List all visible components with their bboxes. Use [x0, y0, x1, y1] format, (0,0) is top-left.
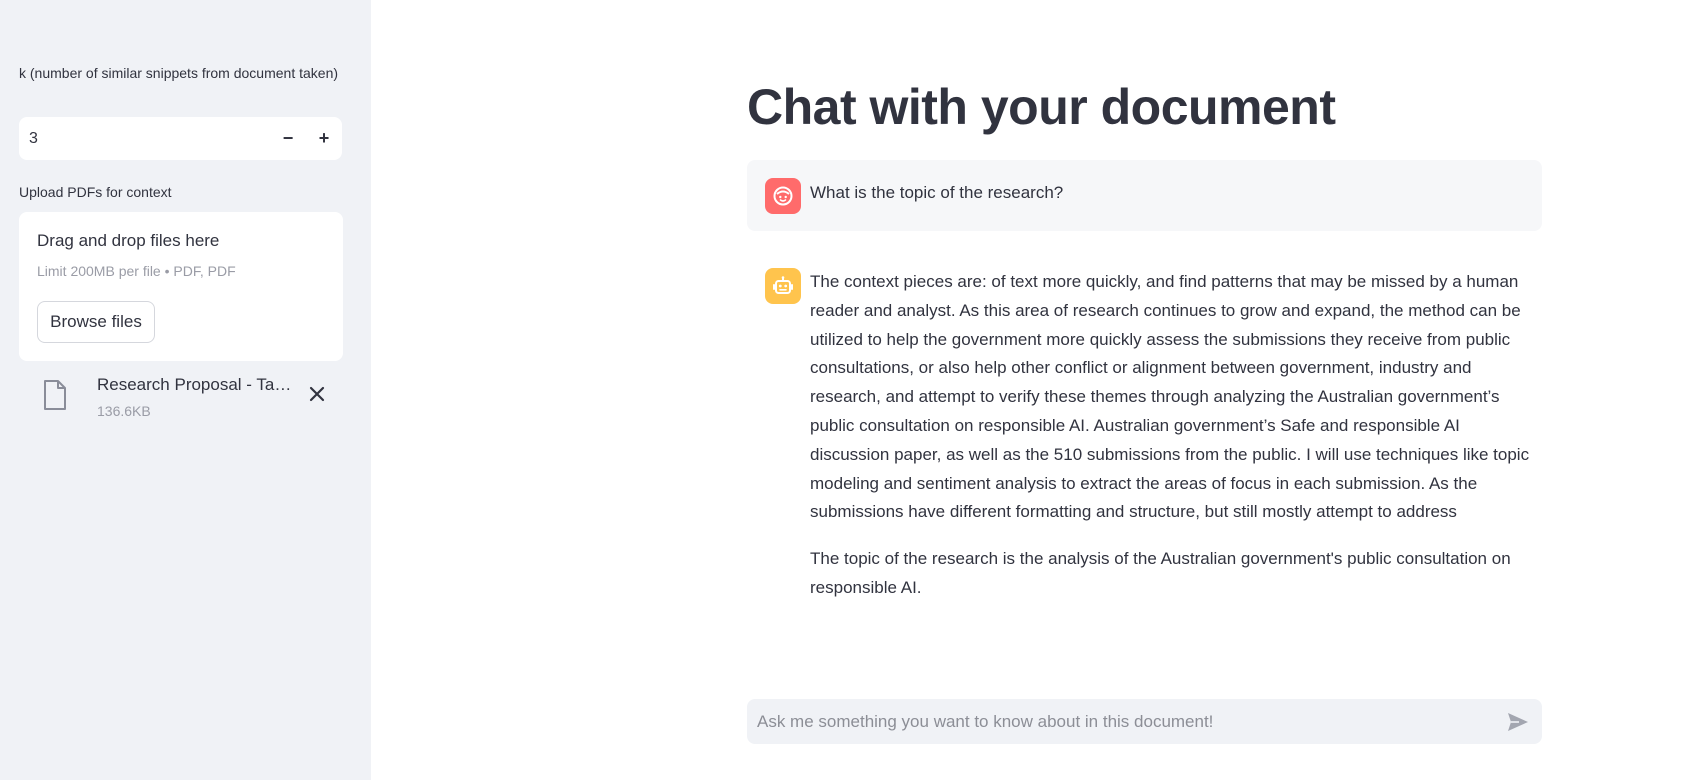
send-icon — [1508, 713, 1528, 731]
k-number-input: 3 − + — [19, 117, 342, 160]
file-icon — [44, 380, 66, 410]
k-input-label: k (number of similar snippets from docum… — [19, 65, 339, 81]
app-root: k (number of similar snippets from docum… — [0, 0, 1688, 780]
file-name: Research Proposal - Taylor — [97, 375, 299, 394]
file-size: 136.6KB — [97, 403, 151, 419]
user-message-text: What is the topic of the research? — [810, 183, 1064, 202]
assistant-message: The context pieces are: of text more qui… — [810, 268, 1542, 621]
user-message: What is the topic of the research? — [747, 160, 1542, 231]
dropzone-title: Drag and drop files here — [37, 231, 220, 250]
browse-files-button[interactable]: Browse files — [37, 301, 155, 343]
assistant-message-paragraph: The topic of the research is the analysi… — [810, 549, 1511, 597]
assistant-avatar — [765, 268, 801, 304]
file-dropzone[interactable]: Drag and drop files here Limit 200MB per… — [19, 212, 343, 361]
k-input-value[interactable]: 3 — [19, 130, 270, 148]
close-icon[interactable] — [305, 382, 329, 406]
uploaded-file-item: Research Proposal - Taylor 136.6KB — [19, 368, 343, 424]
user-face-icon — [773, 186, 793, 206]
send-button[interactable] — [1504, 708, 1532, 736]
robot-icon — [773, 276, 793, 294]
page-title: Chat with your document — [747, 79, 1336, 135]
upload-label: Upload PDFs for context — [19, 184, 172, 200]
assistant-message-paragraph: The context pieces are: of text more qui… — [810, 272, 1530, 522]
increment-button[interactable]: + — [306, 117, 342, 160]
sidebar: k (number of similar snippets from docum… — [0, 0, 371, 780]
user-avatar — [765, 178, 801, 214]
decrement-button[interactable]: − — [270, 117, 306, 160]
dropzone-limit: Limit 200MB per file • PDF, PDF — [37, 263, 236, 279]
chat-input[interactable] — [747, 699, 1542, 744]
